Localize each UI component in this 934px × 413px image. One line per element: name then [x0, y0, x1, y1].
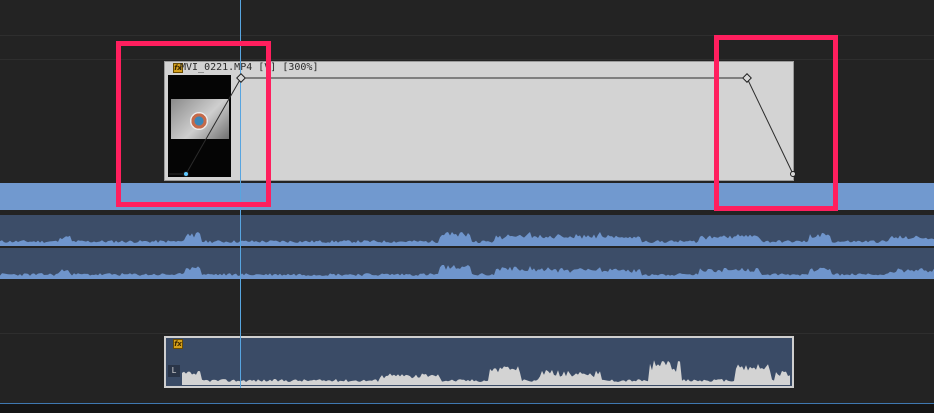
highlight-box-left	[116, 41, 271, 207]
timeline-footer-line	[0, 403, 934, 404]
highlight-box-right	[714, 35, 838, 211]
timeline-footer	[0, 403, 934, 413]
